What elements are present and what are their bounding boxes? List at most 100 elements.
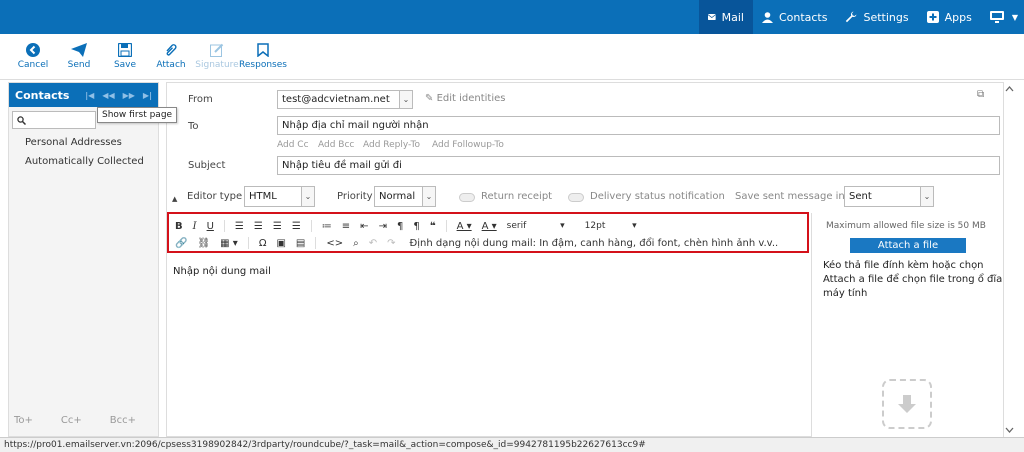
responses-label: Responses (239, 60, 287, 70)
font-family-value: serif (506, 221, 527, 231)
scroll-down-icon[interactable] (1004, 425, 1015, 435)
align-center-icon[interactable]: ☰ (254, 221, 263, 232)
search-icon (17, 115, 26, 125)
save-sent-select[interactable]: Sent ⌄ (844, 186, 934, 207)
cancel-button[interactable]: Cancel (10, 34, 56, 79)
ltr-icon[interactable]: ¶ (397, 221, 403, 232)
add-to-button[interactable]: To+ (14, 415, 33, 426)
save-sent-value: Sent (849, 191, 872, 202)
numbered-list-icon[interactable]: ≡ (342, 221, 350, 232)
save-button[interactable]: Save (102, 34, 148, 79)
media-icon[interactable]: ▤ (296, 238, 305, 249)
font-size-select[interactable]: 12pt ▾ (585, 221, 647, 231)
add-bcc-link[interactable]: Add Bcc (318, 140, 354, 150)
status-bar-url: https://pro01.emailserver.vn:2096/cpsess… (0, 437, 1024, 452)
bold-icon[interactable]: B (175, 221, 183, 232)
priority-select[interactable]: Normal ⌄ (374, 186, 436, 207)
edit-square-icon (210, 43, 224, 57)
bullet-list-icon[interactable]: ≔ (322, 221, 332, 232)
from-value: test@adcvietnam.net (282, 94, 390, 105)
add-cc-link[interactable]: Add Cc (277, 140, 309, 150)
nav-mail-label: Mail (721, 10, 744, 24)
collapse-options-icon[interactable]: ▲ (172, 195, 177, 203)
pencil-icon: ✎ (425, 93, 437, 104)
responses-button[interactable]: Responses (239, 34, 287, 79)
message-body-editor[interactable]: Nhập nội dung mail (167, 258, 809, 436)
priority-value: Normal (379, 191, 416, 202)
undo-icon[interactable]: ↶ (369, 238, 377, 249)
attachment-panel: Maximum allowed file size is 50 MB Attac… (811, 213, 1003, 437)
last-page-icon[interactable]: ▶| (143, 91, 152, 100)
text-color-icon[interactable]: A ▾ (457, 221, 472, 232)
max-file-size: Maximum allowed file size is 50 MB (826, 221, 986, 231)
popout-icon[interactable]: ⧉ (977, 89, 984, 100)
nav-contacts[interactable]: Contacts (753, 0, 837, 34)
delivery-status-toggle[interactable] (568, 193, 584, 202)
compose-toolbar: Cancel Send Save Attach Signature Respon… (0, 34, 1024, 80)
return-receipt-toggle[interactable] (459, 193, 475, 202)
attach-button[interactable]: Attach (148, 34, 194, 79)
attach-file-button[interactable]: Attach a file (850, 238, 966, 253)
addressbook-collected[interactable]: Automatically Collected (9, 156, 158, 167)
chevron-down-icon: ⌄ (422, 187, 435, 206)
link-icon[interactable]: 🔗 (175, 238, 187, 249)
italic-icon[interactable]: I (193, 221, 197, 232)
font-family-select[interactable]: serif ▾ (507, 221, 575, 231)
align-left-icon[interactable]: ☰ (235, 221, 244, 232)
align-justify-icon[interactable]: ☰ (292, 221, 301, 232)
dropzone[interactable] (882, 379, 932, 429)
add-replyto-link[interactable]: Add Reply-To (363, 140, 420, 150)
to-input[interactable]: Nhập địa chỉ mail người nhận (277, 116, 1000, 135)
send-button[interactable]: Send (56, 34, 102, 79)
add-bcc-button[interactable]: Bcc+ (110, 415, 136, 426)
addressbook-personal[interactable]: Personal Addresses (9, 137, 158, 148)
table-icon[interactable]: ▦ ▾ (220, 238, 238, 249)
scrollbar[interactable] (1004, 82, 1015, 437)
blockquote-icon[interactable]: ❝ (430, 221, 436, 232)
add-followup-link[interactable]: Add Followup-To (432, 140, 504, 150)
nav-display[interactable]: ▼ (981, 0, 1024, 34)
nav-settings[interactable]: Settings (836, 0, 917, 34)
next-page-icon[interactable]: ▶▶ (123, 91, 135, 100)
image-icon[interactable]: ▣ (276, 238, 285, 249)
save-sent-label: Save sent message in (735, 191, 845, 202)
editor-toolbar: B I U ☰ ☰ ☰ ☰ ≔ ≡ ⇤ ⇥ ¶ ¶ ❝ A ▾ A ▾ seri… (167, 212, 809, 253)
rtl-icon[interactable]: ¶ (413, 221, 419, 232)
indent-icon[interactable]: ⇥ (379, 221, 387, 232)
subject-input[interactable]: Nhập tiêu đề mail gửi đi (277, 156, 1000, 175)
chevron-down-icon: ⌄ (399, 91, 412, 108)
prev-page-icon[interactable]: ◀◀ (102, 91, 114, 100)
nav-mail[interactable]: Mail (698, 0, 753, 34)
to-label: To (188, 121, 199, 132)
delivery-status-label: Delivery status notification (590, 191, 725, 202)
outdent-icon[interactable]: ⇤ (360, 221, 368, 232)
contacts-panel: Contacts |◀ ◀◀ ▶▶ ▶| Show first page Per… (8, 82, 178, 437)
contacts-pager: |◀ ◀◀ ▶▶ ▶| (85, 91, 158, 100)
align-right-icon[interactable]: ☰ (273, 221, 282, 232)
background-color-icon[interactable]: A ▾ (482, 221, 497, 232)
scroll-up-icon[interactable] (1004, 84, 1015, 94)
from-select[interactable]: test@adcvietnam.net ⌄ (277, 90, 413, 109)
editor-type-label: Editor type (187, 191, 243, 202)
add-cc-button[interactable]: Cc+ (61, 415, 82, 426)
find-replace-icon[interactable]: ⌕ (353, 238, 359, 249)
signature-button[interactable]: Signature (194, 34, 240, 79)
edit-identities-link[interactable]: ✎ Edit identities (425, 93, 505, 104)
unlink-icon[interactable]: ⛓ (197, 238, 210, 249)
special-char-icon[interactable]: Ω (259, 238, 267, 249)
attachment-hint: Kéo thả file đính kèm hoặc chọn Attach a… (823, 260, 1003, 299)
nav-apps-label: Apps (944, 10, 972, 24)
editor-type-select[interactable]: HTML ⌄ (244, 186, 315, 207)
contacts-header: Contacts |◀ ◀◀ ▶▶ ▶| (9, 83, 158, 107)
first-page-icon[interactable]: |◀ (85, 91, 94, 100)
chevron-down-icon: ▾ (632, 221, 637, 231)
top-navbar: Mail Contacts Settings Apps ▼ (0, 0, 1024, 34)
source-code-icon[interactable]: <> (326, 238, 343, 249)
contacts-search-input[interactable] (12, 111, 96, 129)
redo-icon[interactable]: ↷ (387, 238, 395, 249)
underline-icon[interactable]: U (207, 221, 214, 232)
paperclip-icon (166, 44, 177, 56)
from-label: From (188, 94, 213, 105)
plus-square-icon (926, 11, 939, 23)
nav-apps[interactable]: Apps (918, 0, 981, 34)
